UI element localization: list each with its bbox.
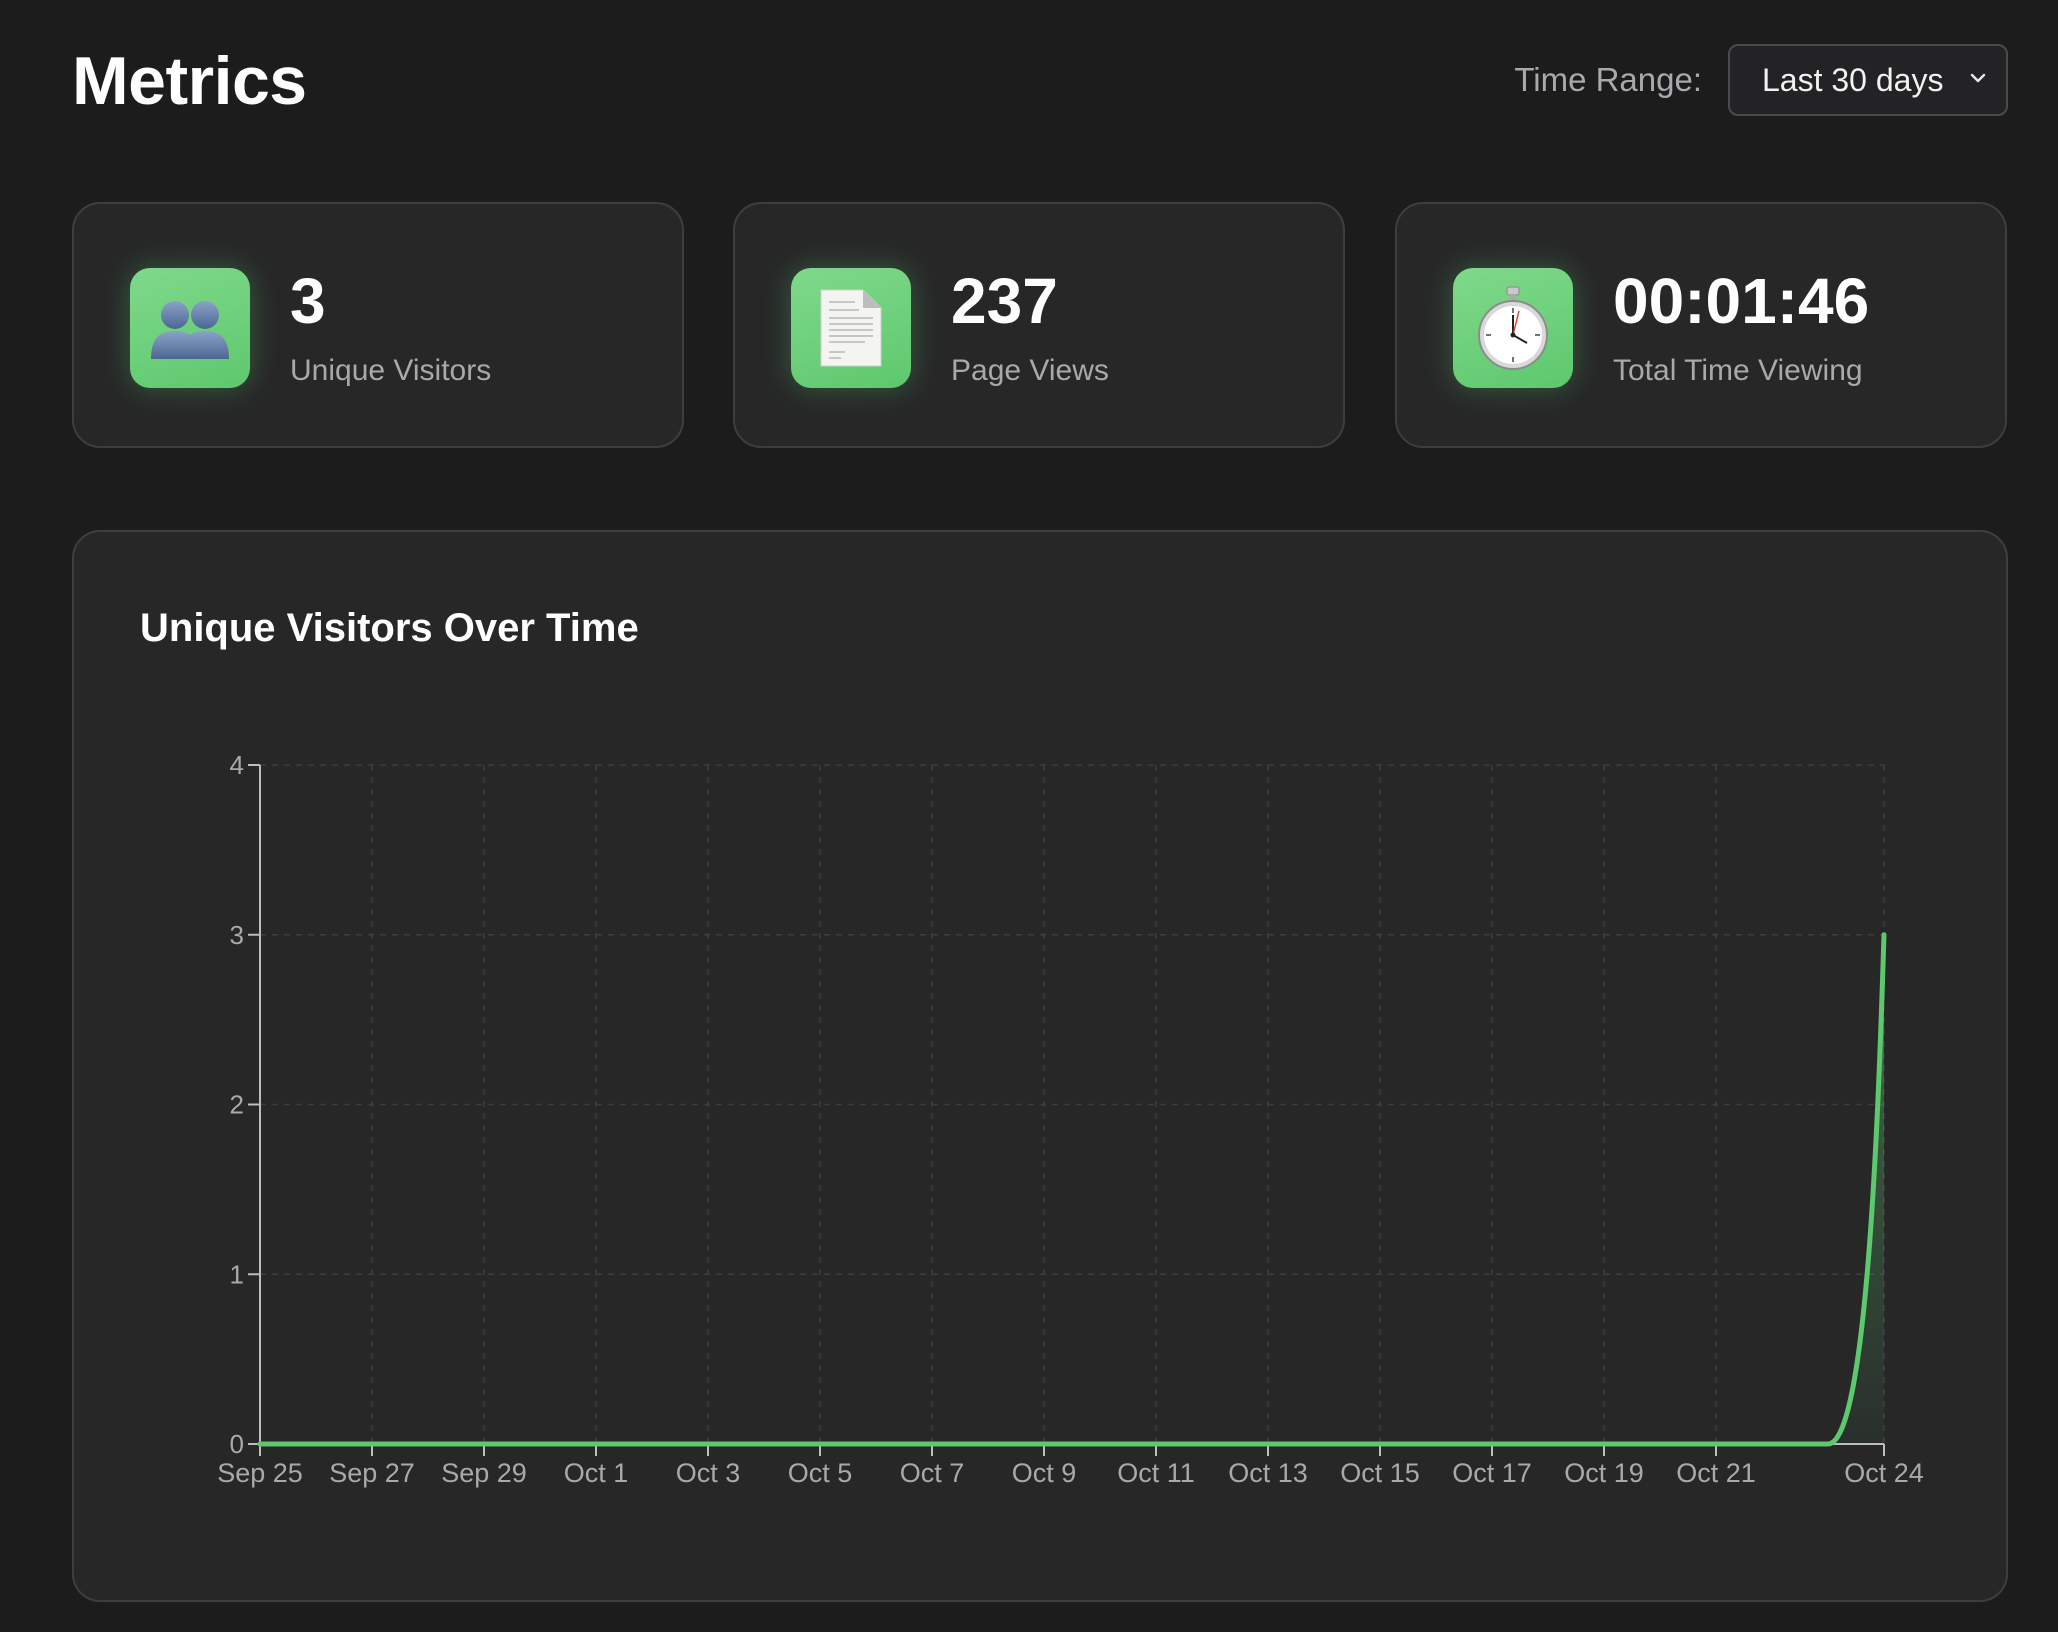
document-icon <box>791 268 911 388</box>
page-title: Metrics <box>72 43 307 119</box>
series-line <box>257 932 1887 1447</box>
x-tick-label: Oct 7 <box>900 1458 965 1488</box>
stopwatch-icon <box>1453 268 1573 388</box>
x-tick-label: Oct 13 <box>1228 1458 1308 1488</box>
total-time-card: 00:01:46 Total Time Viewing <box>1395 202 2007 448</box>
x-tick-label: Oct 15 <box>1340 1458 1420 1488</box>
page-views-value: 237 <box>951 265 1058 337</box>
x-tick-label: Oct 5 <box>788 1458 853 1488</box>
unique-visitors-card: 3 Unique Visitors <box>72 202 684 448</box>
time-range-control: Time Range: Last 30 days <box>1514 44 2008 116</box>
y-tick-label: 2 <box>230 1090 244 1120</box>
series-area <box>260 934 1884 1444</box>
x-tick-label: Oct 11 <box>1117 1458 1195 1488</box>
x-tick-label: Oct 24 <box>1844 1458 1924 1488</box>
unique-visitors-chart: 0 1 2 3 4 Sep 25 Sep 27 Sep 29 Oct 1 Oct 3 Oct 5 Oc… <box>217 750 1924 1488</box>
metrics-page: Metrics Time Range: Last 30 days 3 Uniqu… <box>0 0 2058 1632</box>
x-tick-label: Oct 19 <box>1564 1458 1644 1488</box>
chevron-down-icon <box>1970 73 1986 83</box>
x-tick-label: Oct 21 <box>1676 1458 1756 1488</box>
x-tick-label: Sep 27 <box>329 1458 415 1488</box>
two-people-icon <box>130 268 250 388</box>
x-tick-label: Sep 29 <box>441 1458 527 1488</box>
page-views-label: Page Views <box>951 354 1109 387</box>
x-tick-label: Oct 3 <box>676 1458 741 1488</box>
y-tick-label: 1 <box>230 1259 244 1289</box>
unique-visitors-label: Unique Visitors <box>290 354 492 387</box>
x-tick-label: Oct 9 <box>1012 1458 1077 1488</box>
header: Metrics Time Range: Last 30 days <box>72 36 2008 128</box>
page-views-card: 237 Page Views <box>733 202 1345 448</box>
unique-visitors-value: 3 <box>290 265 326 337</box>
chart-card: Unique Visitors Over Time 0 1 2 3 4 Sep 25 Sep… <box>72 530 2008 1602</box>
x-tick-label: Oct 17 <box>1452 1458 1532 1488</box>
x-tick-label: Oct 1 <box>564 1458 629 1488</box>
y-tick-label: 0 <box>230 1429 244 1459</box>
total-time-value: 00:01:46 <box>1613 265 1870 337</box>
x-tick-label: Sep 25 <box>217 1458 303 1488</box>
y-tick-label: 3 <box>230 920 244 950</box>
time-range-select[interactable]: Last 30 days <box>1728 44 2008 116</box>
time-range-value: Last 30 days <box>1762 61 1944 98</box>
total-time-label: Total Time Viewing <box>1613 354 1863 387</box>
y-tick-label: 4 <box>230 750 244 780</box>
time-range-label: Time Range: <box>1514 61 1702 98</box>
